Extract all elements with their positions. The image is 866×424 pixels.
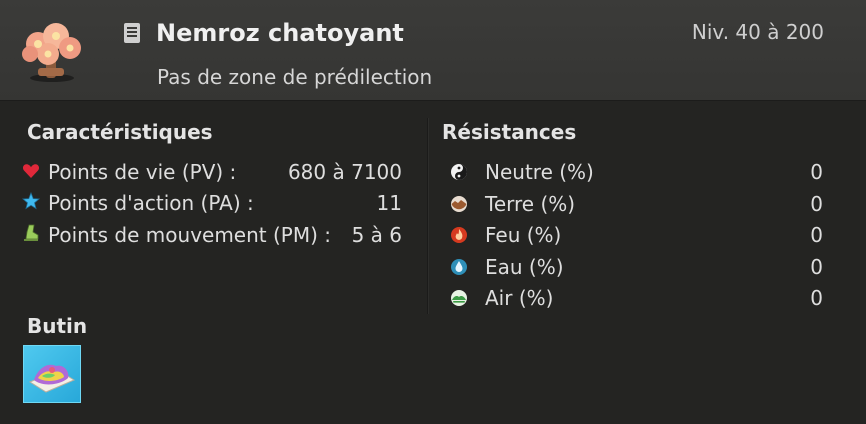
air-element-icon (451, 290, 467, 306)
stat-value: 5 à 6 (351, 223, 402, 247)
stat-label: Points d'action (PA) : (48, 191, 254, 215)
resistance-value: 0 (810, 255, 823, 279)
zone-text: Pas de zone de prédilection (157, 65, 433, 89)
loot-item-icon (28, 364, 76, 393)
resistance-value: 0 (810, 223, 823, 247)
water-element-icon (451, 259, 467, 275)
resistance-label: Terre (%) (485, 192, 576, 216)
stat-label: Points de vie (PV) : (48, 160, 237, 184)
earth-element-icon (451, 196, 467, 212)
stat-row: Points d'action (PA) : 11 (22, 191, 402, 221)
loot-title: Butin (27, 314, 88, 338)
stat-value: 680 à 7100 (287, 160, 402, 184)
resistance-value: 0 (810, 160, 823, 184)
flower-tree-icon[interactable] (16, 18, 90, 84)
stat-label: Points de mouvement (PM) : (48, 223, 332, 247)
characteristics-title: Caractéristiques (27, 120, 213, 144)
monster-name: Nemroz chatoyant (156, 19, 404, 47)
stat-row: Points de mouvement (PM) : 5 à 6 (22, 223, 402, 253)
book-icon[interactable] (123, 22, 141, 44)
resistance-label: Eau (%) (485, 255, 564, 279)
resistances-title: Résistances (442, 120, 577, 144)
fire-element-icon (451, 227, 467, 243)
resistance-label: Neutre (%) (485, 160, 594, 184)
resistance-row: Air (%) 0 (450, 286, 823, 316)
level-range: Niv. 40 à 200 (691, 20, 824, 44)
resistance-row: Neutre (%) 0 (450, 160, 823, 190)
resistance-row: Terre (%) 0 (450, 192, 823, 222)
stat-value: 11 (376, 191, 402, 215)
resistance-row: Feu (%) 0 (450, 223, 823, 253)
resistance-value: 0 (810, 192, 823, 216)
loot-slot[interactable] (23, 345, 81, 403)
star-icon (22, 192, 40, 210)
neutral-element-icon (451, 164, 467, 180)
resistance-label: Feu (%) (485, 223, 562, 247)
heart-icon (22, 164, 40, 178)
column-divider (427, 118, 429, 314)
boot-icon (24, 224, 39, 241)
monster-header: Nemroz chatoyant Niv. 40 à 200 Pas de zo… (0, 0, 866, 101)
resistance-row: Eau (%) 0 (450, 255, 823, 285)
resistance-value: 0 (810, 286, 823, 310)
resistance-label: Air (%) (485, 286, 554, 310)
stat-row: Points de vie (PV) : 680 à 7100 (22, 160, 402, 190)
